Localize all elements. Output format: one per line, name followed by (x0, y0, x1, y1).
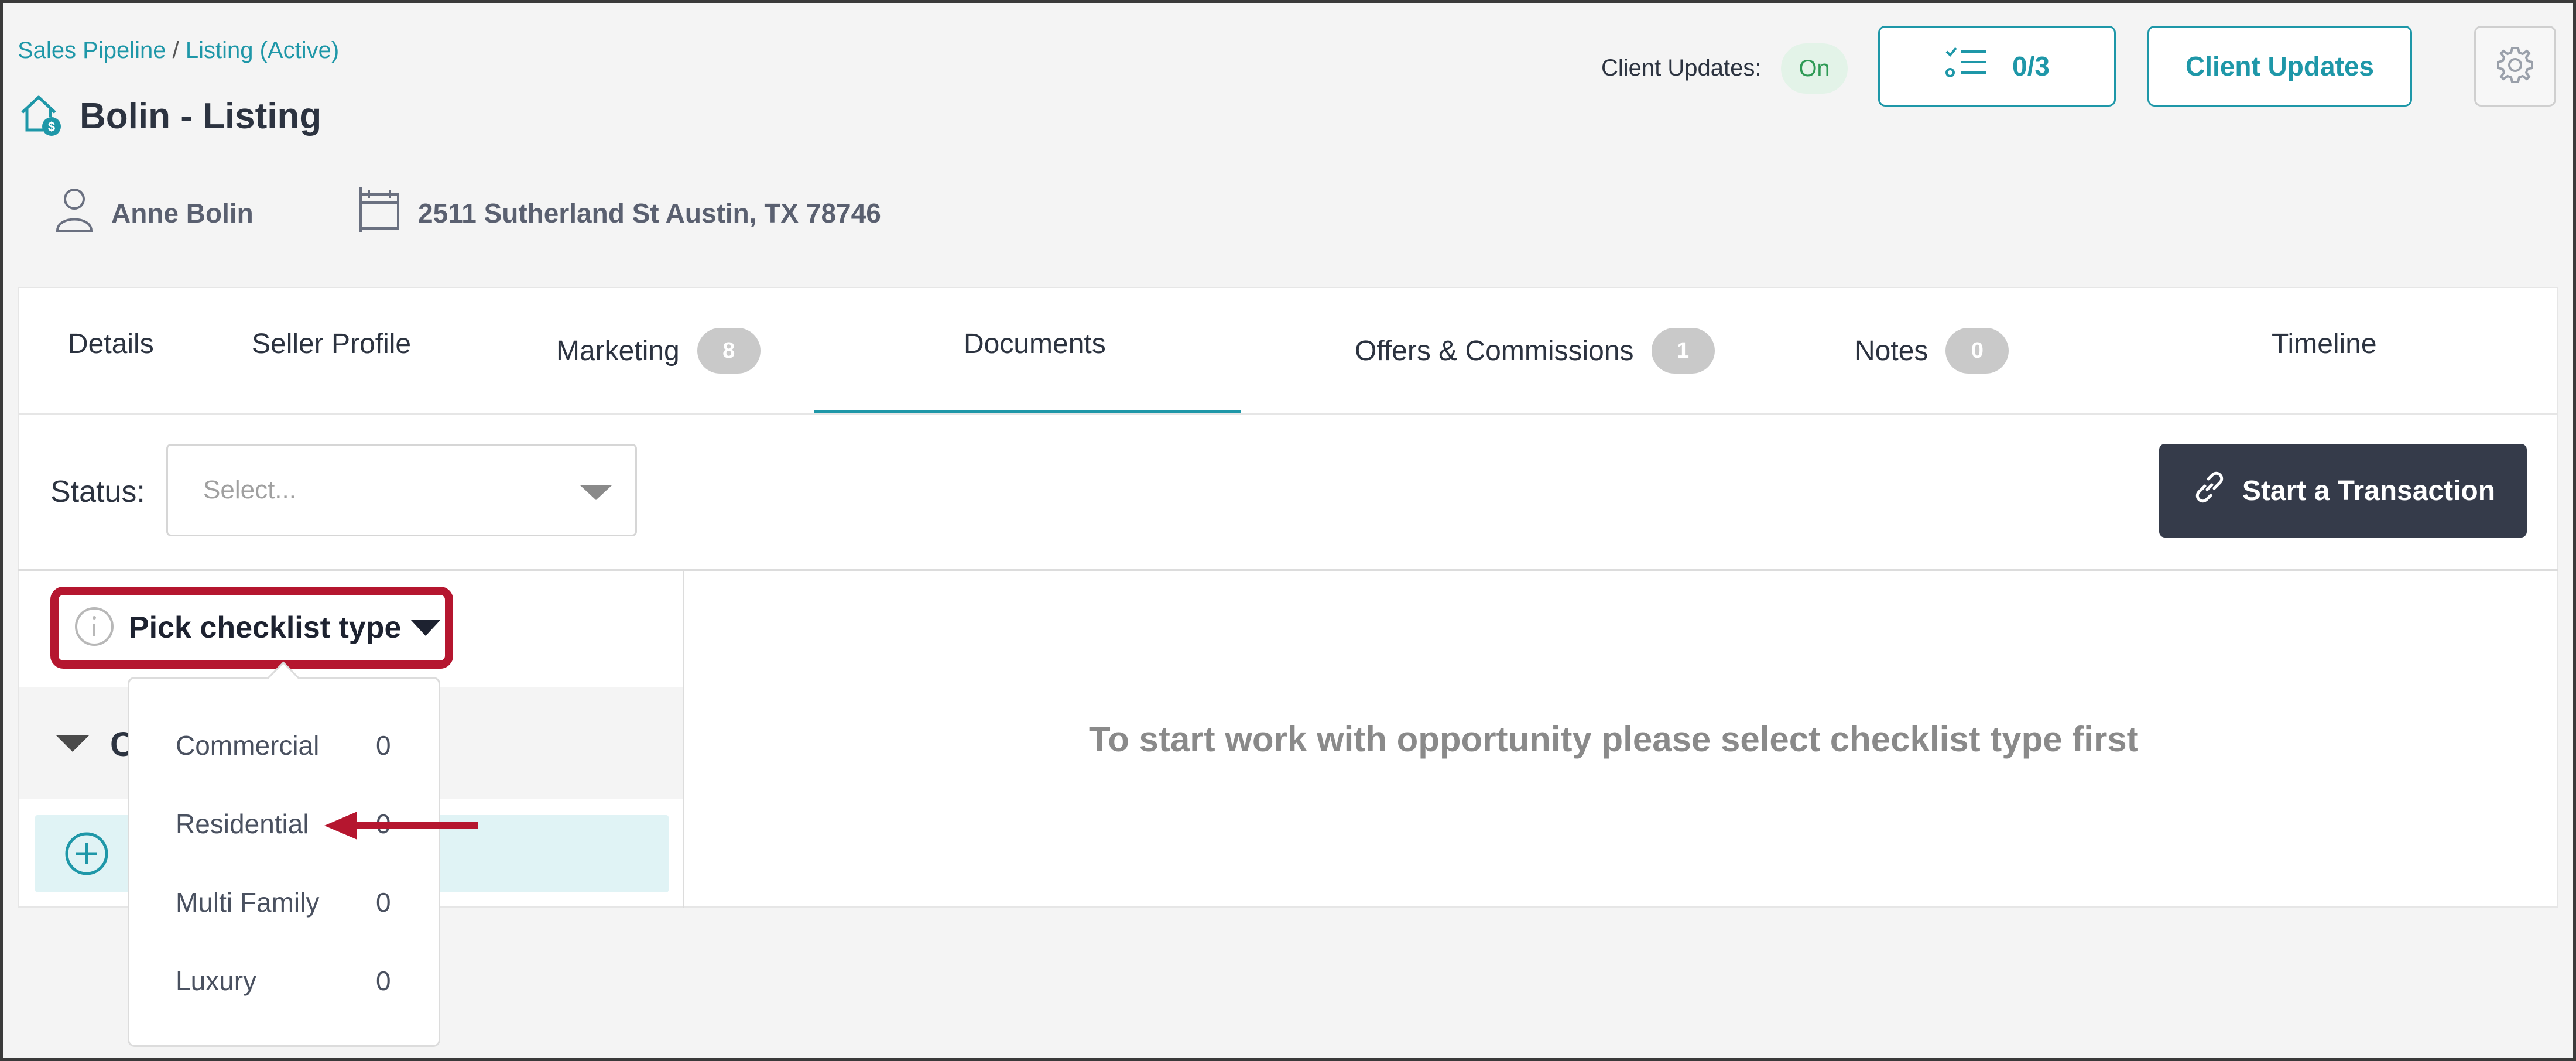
tab-label: Seller Profile (252, 328, 412, 360)
tab-notes[interactable]: Notes 0 (1855, 328, 2009, 374)
page-title: Bolin - Listing (80, 96, 322, 136)
tab-count-badge: 0 (1945, 328, 2009, 374)
calendar-building-icon (357, 186, 402, 239)
chevron-down-icon (580, 485, 612, 500)
client-updates-button[interactable]: Client Updates (2147, 26, 2412, 107)
tab-timeline[interactable]: Timeline (2272, 328, 2377, 360)
status-select[interactable]: Select... (166, 444, 637, 536)
tab-label: Timeline (2272, 328, 2377, 360)
breadcrumb-parent-link[interactable]: Sales Pipeline (18, 37, 166, 63)
client-name[interactable]: Anne Bolin (111, 197, 254, 229)
tab-count-badge: 8 (697, 328, 761, 374)
menu-item-label: Multi Family (176, 887, 320, 918)
breadcrumb-current-link[interactable]: Listing (Active) (186, 37, 339, 63)
tab-documents[interactable]: Documents (964, 328, 1106, 360)
client-updates-status-badge[interactable]: On (1781, 43, 1848, 94)
settings-button[interactable] (2474, 26, 2556, 107)
menu-item-count: 0 (376, 966, 391, 996)
address-text: 2511 Sutherland St Austin, TX 78746 (418, 197, 881, 228)
person-icon (54, 186, 95, 239)
caret-down-icon[interactable] (56, 735, 89, 752)
tab-details[interactable]: Details (68, 328, 154, 360)
menu-item-commercial[interactable]: Commercial 0 (128, 706, 440, 785)
breadcrumb: Sales Pipeline / Listing (Active) (18, 37, 339, 64)
start-transaction-button[interactable]: Start a Transaction (2159, 444, 2527, 538)
menu-item-label: Residential (176, 809, 309, 839)
page-header: $ Bolin - Listing (18, 91, 321, 141)
tab-count-badge: 1 (1651, 328, 1715, 374)
tab-label: Notes (1855, 335, 1928, 367)
breadcrumb-separator: / (172, 37, 179, 63)
content-divider (18, 569, 2558, 571)
menu-item-luxury[interactable]: Luxury 0 (128, 942, 440, 1020)
tab-label: Marketing (556, 335, 680, 367)
address-info: 2511 Sutherland St Austin, TX 78746 (357, 186, 881, 239)
plus-circle-icon[interactable] (64, 831, 109, 879)
client-updates-label: Client Updates: (1601, 55, 1762, 81)
info-icon (74, 606, 115, 650)
house-dollar-icon: $ (18, 91, 64, 141)
pick-checklist-type-dropdown[interactable]: Pick checklist type (50, 587, 453, 669)
tab-marketing[interactable]: Marketing 8 (556, 328, 761, 374)
svg-text:$: $ (48, 119, 55, 134)
empty-state-message: To start work with opportunity please se… (1089, 720, 2139, 759)
status-label: Status: (50, 475, 145, 509)
tab-label: Details (68, 328, 154, 360)
checklist-progress-button[interactable]: 0/3 (1878, 26, 2116, 107)
tab-label: Offers & Commissions (1355, 335, 1634, 367)
menu-item-multi-family[interactable]: Multi Family 0 (128, 863, 440, 942)
caret-down-icon (410, 620, 441, 636)
menu-item-label: Commercial (176, 730, 320, 761)
checklist-count: 0/3 (2012, 51, 2050, 81)
link-icon (2191, 468, 2228, 513)
active-tab-indicator (814, 410, 1241, 413)
tab-label: Documents (964, 328, 1106, 360)
client-info: Anne Bolin (54, 186, 254, 239)
menu-item-label: Luxury (176, 966, 257, 996)
pick-checklist-label: Pick checklist type (129, 611, 402, 645)
tab-seller-profile[interactable]: Seller Profile (252, 328, 411, 360)
gear-icon (2495, 45, 2536, 88)
checklist-icon (1944, 46, 1989, 87)
annotation-arrow-icon (322, 808, 486, 846)
menu-item-count: 0 (376, 730, 391, 761)
status-placeholder: Select... (203, 475, 296, 504)
menu-item-count: 0 (376, 887, 391, 918)
tab-offers-commissions[interactable]: Offers & Commissions 1 (1355, 328, 1715, 374)
start-transaction-label: Start a Transaction (2242, 475, 2496, 506)
panel-divider (683, 569, 684, 908)
